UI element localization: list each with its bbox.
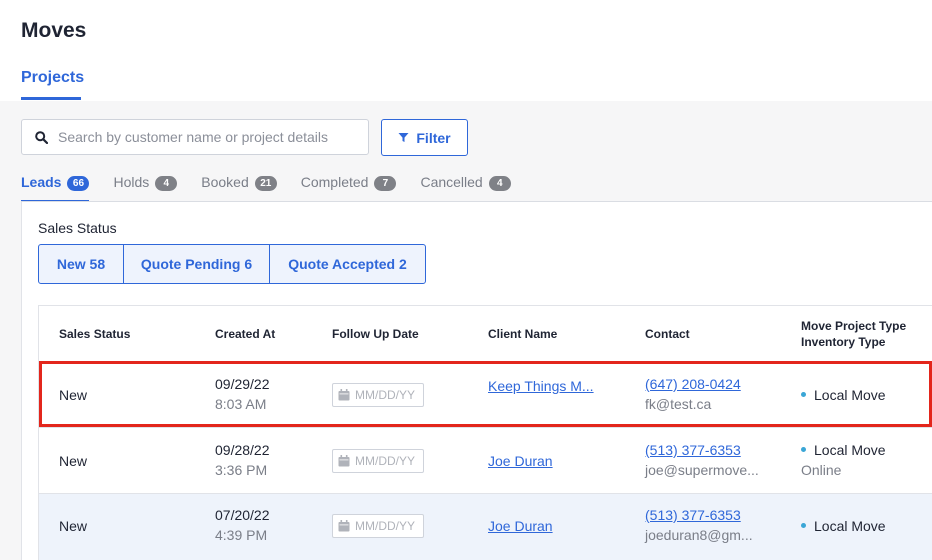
search-input[interactable] [58, 121, 358, 153]
bullet-icon [801, 522, 806, 528]
move-type: Local Move [801, 387, 886, 403]
created-time: 4:39 PM [215, 527, 268, 543]
follow-up-date-input[interactable]: MM/DD/YY [332, 449, 424, 473]
created-time: 3:36 PM [215, 462, 268, 478]
move-type: Local Move [801, 518, 886, 534]
count-badge: 4 [155, 176, 178, 191]
move-type-label: Local Move [814, 442, 886, 458]
count-badge: 4 [488, 176, 511, 191]
move-type: Local Move [801, 442, 886, 458]
sales-status-cell: New [59, 518, 88, 534]
col-move-project-type: Move Project Type [801, 319, 907, 333]
date-placeholder: MM/DD/YY [355, 454, 415, 468]
created-time: 8:03 AM [215, 396, 267, 412]
filter-icon [398, 133, 409, 142]
created-date: 07/20/22 [215, 507, 270, 523]
client-name-link[interactable]: Keep Things M... [488, 378, 594, 394]
tab-label: Cancelled [420, 174, 483, 190]
sales-status-label: Sales Status [38, 220, 117, 236]
tab-leads[interactable]: Leads 66 [21, 172, 90, 202]
table-row[interactable]: New 09/29/22 8:03 AM MM/DD/YY Keep Thing… [39, 361, 932, 427]
sales-status-filter: New 58 Quote Pending 6 Quote Accepted 2 [38, 244, 426, 284]
segment-quote-pending[interactable]: Quote Pending 6 [124, 245, 270, 283]
segment-new[interactable]: New 58 [39, 245, 124, 283]
tab-cancelled[interactable]: Cancelled 4 [420, 172, 511, 202]
col-client-name: Client Name [488, 327, 558, 341]
bullet-icon [801, 391, 806, 397]
filter-label: Filter [416, 129, 451, 146]
col-follow-up-date: Follow Up Date [332, 327, 419, 341]
email-text: joeduran8@gm... [645, 527, 753, 543]
tab-label: Completed [300, 174, 369, 190]
count-badge: 66 [67, 176, 90, 191]
calendar-icon [338, 520, 350, 532]
tab-holds[interactable]: Holds 4 [113, 172, 178, 202]
col-created-at: Created At [215, 327, 276, 341]
client-name-link[interactable]: Joe Duran [488, 453, 553, 469]
calendar-icon [338, 455, 350, 467]
segment-quote-accepted[interactable]: Quote Accepted 2 [270, 245, 425, 283]
date-placeholder: MM/DD/YY [355, 388, 415, 402]
table-row[interactable]: New 07/20/22 4:39 PM MM/DD/YY Joe Duran … [39, 493, 932, 560]
email-text: fk@test.ca [645, 396, 712, 412]
tab-booked[interactable]: Booked 21 [201, 172, 277, 202]
col-contact: Contact [645, 327, 690, 341]
col-sales-status: Sales Status [59, 327, 131, 341]
col-inventory-type: Inventory Type [801, 335, 886, 349]
inventory-type: Online [801, 462, 842, 478]
sales-status-cell: New [59, 453, 88, 469]
email-text: joe@supermove... [645, 462, 759, 478]
phone-link[interactable]: (513) 377-6353 [645, 507, 741, 523]
created-date: 09/28/22 [215, 442, 270, 458]
phone-link[interactable]: (513) 377-6353 [645, 442, 741, 458]
projects-table: Sales Status Created At Follow Up Date C… [38, 305, 932, 560]
client-name-link[interactable]: Joe Duran [488, 518, 553, 534]
tab-projects[interactable]: Projects [21, 69, 84, 87]
tab-active-indicator [21, 97, 81, 100]
phone-link[interactable]: (647) 208-0424 [645, 376, 741, 392]
count-badge: 7 [374, 176, 397, 191]
tab-completed[interactable]: Completed 7 [301, 172, 397, 202]
date-placeholder: MM/DD/YY [355, 519, 415, 533]
follow-up-date-input[interactable]: MM/DD/YY [332, 383, 424, 407]
move-type-label: Local Move [814, 518, 886, 534]
tab-label: Booked [201, 174, 249, 190]
follow-up-date-input[interactable]: MM/DD/YY [332, 514, 424, 538]
table-row[interactable]: New 09/28/22 3:36 PM MM/DD/YY Joe Duran … [39, 427, 932, 493]
bullet-icon [801, 446, 806, 452]
move-type-label: Local Move [814, 387, 886, 403]
search-box[interactable] [21, 119, 369, 155]
page-title: Moves [21, 19, 87, 42]
sales-status-cell: New [59, 387, 88, 403]
tab-label: Leads [21, 174, 62, 190]
created-date: 09/29/22 [215, 376, 270, 392]
filter-button[interactable]: Filter [381, 119, 468, 156]
search-icon [35, 131, 48, 144]
count-badge: 21 [254, 176, 277, 191]
calendar-icon [338, 389, 350, 401]
status-tabs: Leads 66 Holds 4 Booked 21 Completed 7 C… [21, 172, 535, 202]
tab-label: Holds [113, 174, 150, 190]
